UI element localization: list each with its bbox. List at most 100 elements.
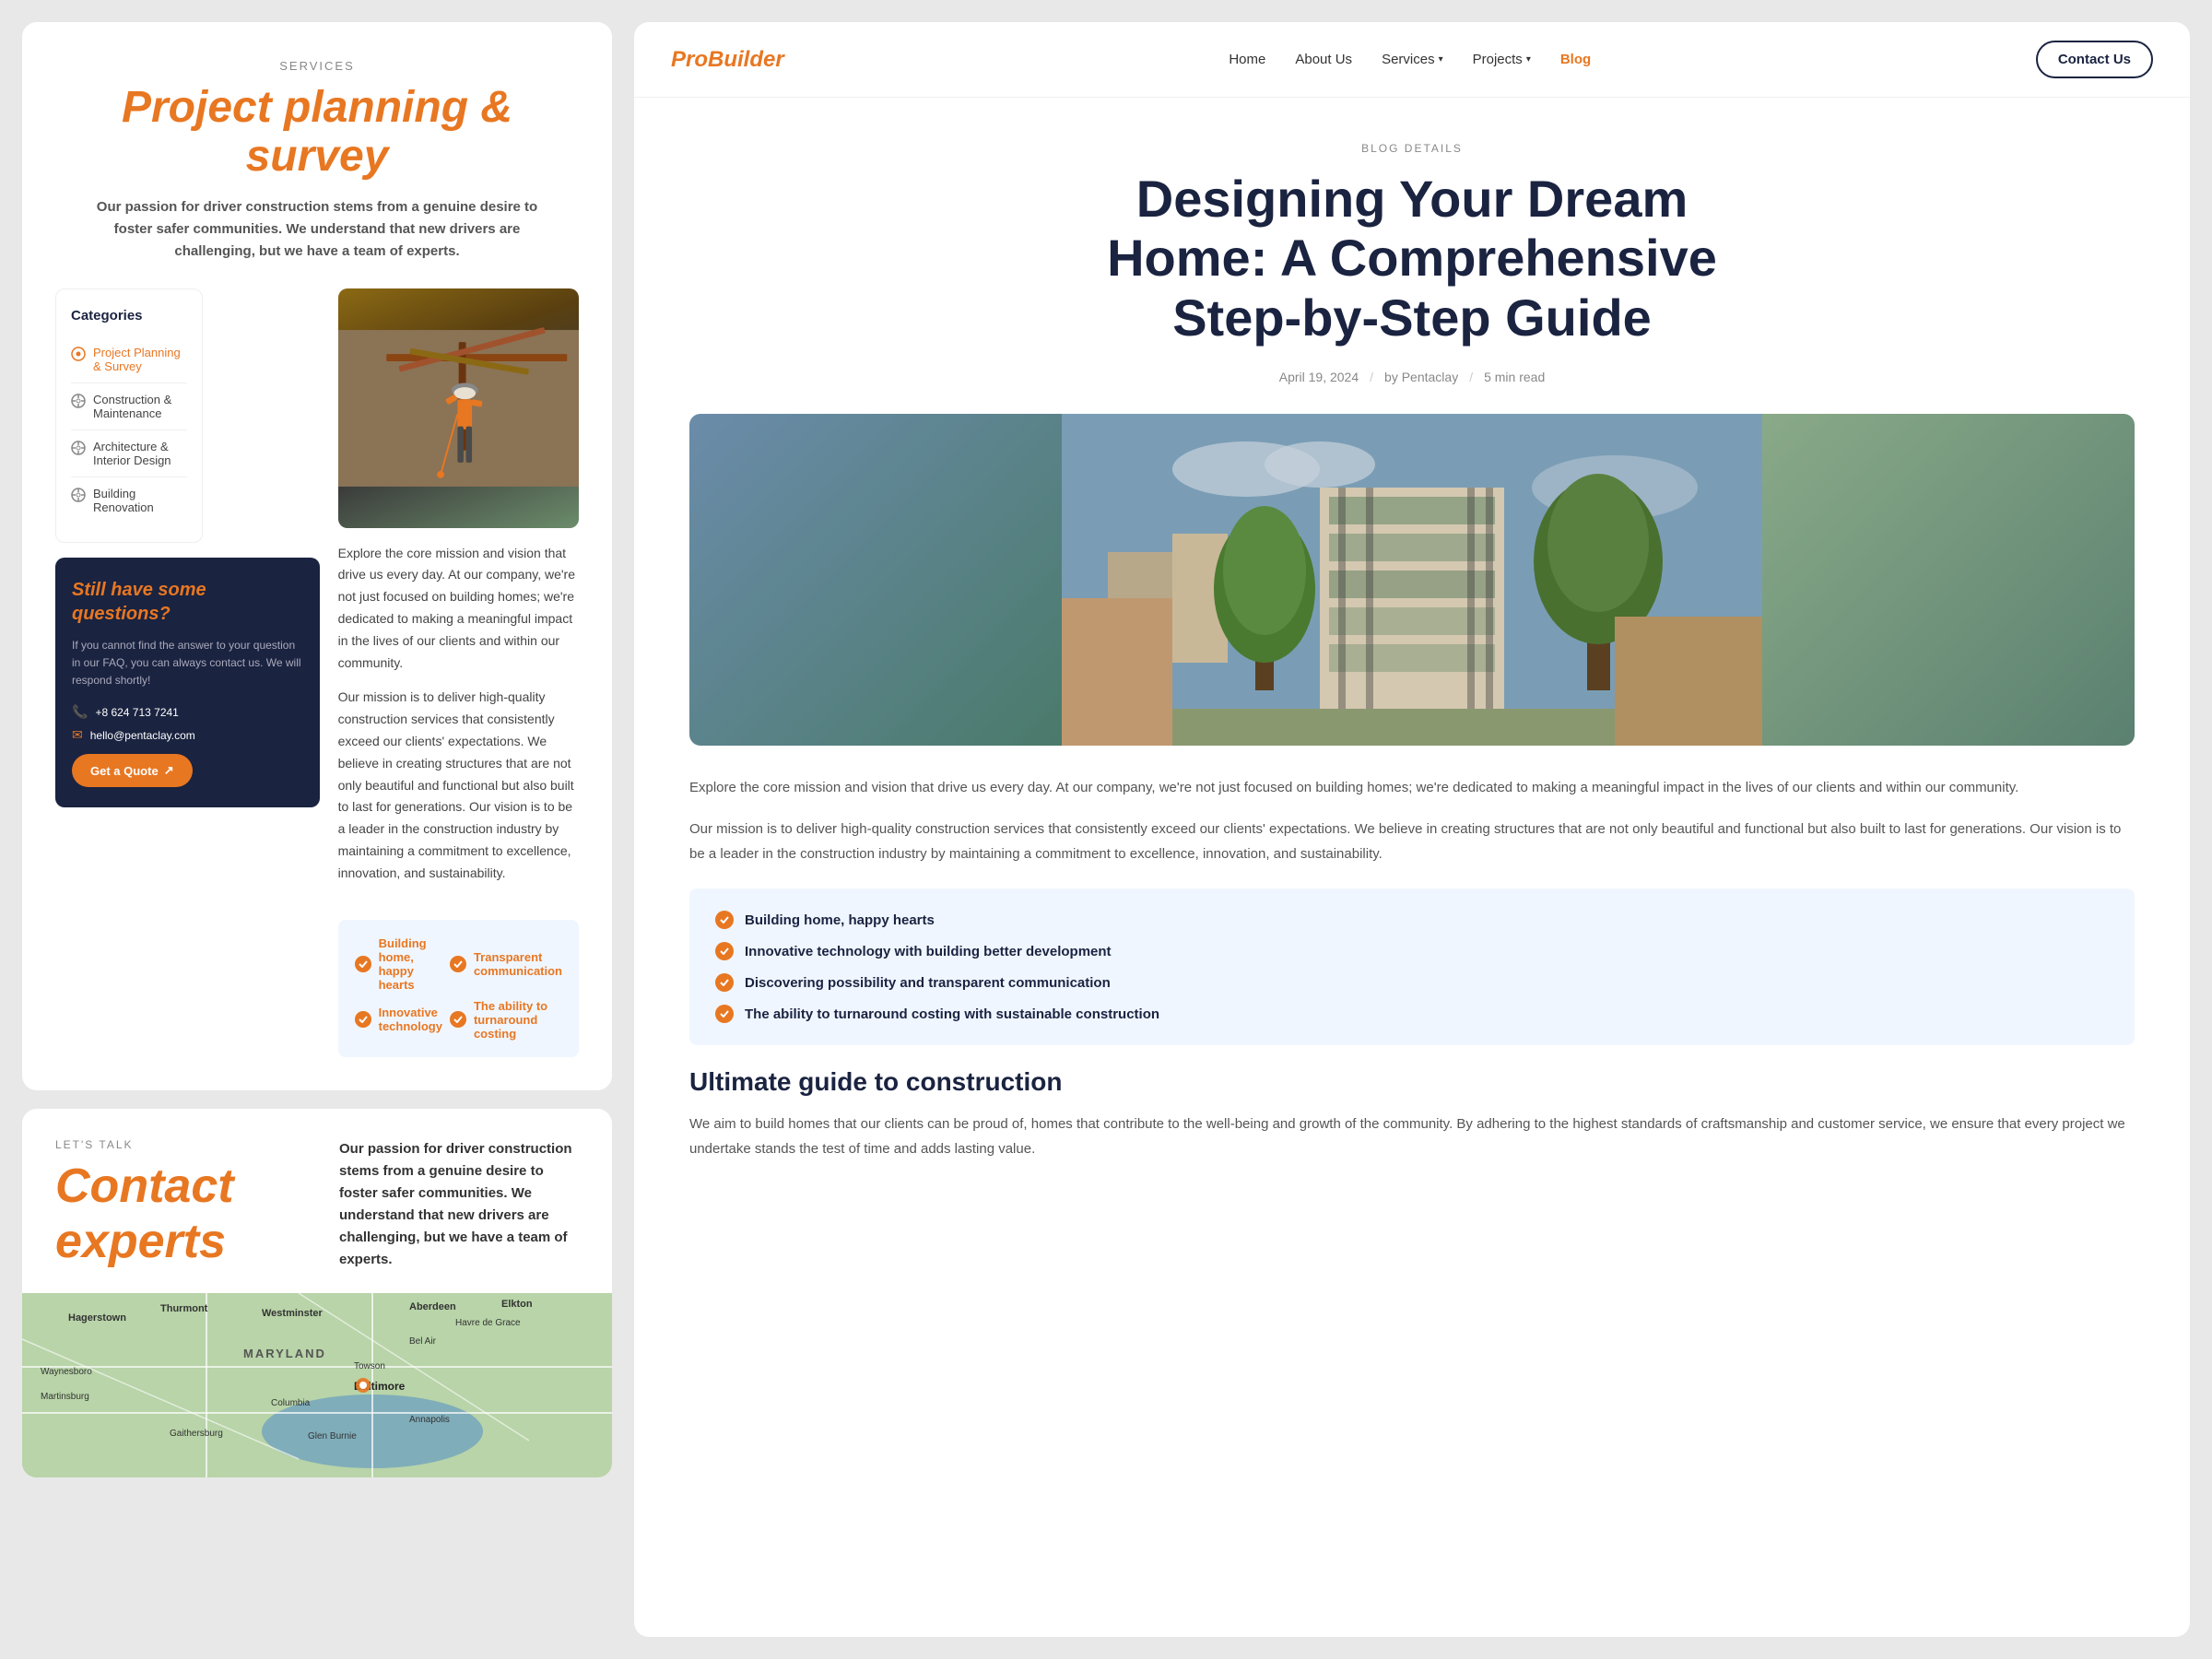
svg-text:Westminster: Westminster: [262, 1308, 324, 1319]
svg-text:Elkton: Elkton: [501, 1299, 533, 1310]
category-item-3[interactable]: Architecture & Interior Design: [71, 430, 187, 477]
contact-card-inner: LET'S TALK Contact experts Our passion f…: [22, 1109, 612, 1271]
contact-prefix: Contact: [55, 1159, 234, 1213]
svg-text:Towson: Towson: [354, 1361, 385, 1371]
categories-box: Categories Project Planning & Survey: [55, 288, 203, 543]
blog-meta: April 19, 2024 / by Pentaclay / 5 min re…: [689, 370, 2135, 384]
svg-text:Annapolis: Annapolis: [409, 1415, 450, 1425]
blog-feature-2: Innovative technology with building bett…: [715, 942, 2109, 960]
feature-item-2: Transparent communication: [450, 936, 562, 992]
construction-svg: [338, 288, 579, 528]
blog-check-2: [715, 942, 734, 960]
right-panel: ProBuilder Home About Us Services ▾ Proj…: [634, 22, 2190, 1637]
nav-projects-label: Projects: [1473, 52, 1523, 67]
blog-hero-svg: [689, 414, 2135, 746]
feature-item-1: Building home, happy hearts: [355, 936, 442, 992]
quote-btn-label: Get a Quote: [90, 764, 159, 778]
feature-item-3: Innovative technology: [355, 999, 442, 1041]
blog-text: Explore the core mission and vision that…: [689, 775, 2135, 1161]
questions-body: If you cannot find the answer to your qu…: [72, 637, 303, 690]
contact-italic: experts: [55, 1215, 226, 1268]
category-item-1[interactable]: Project Planning & Survey: [71, 336, 187, 383]
blog-check-3: [715, 973, 734, 992]
map-roads-svg: Hagerstown Thurmont Westminster Aberdeen…: [22, 1293, 612, 1477]
left-panel: SERVICES Project planning & survey Our p…: [22, 22, 612, 1637]
blog-feature-3: Discovering possibility and transparent …: [715, 973, 2109, 992]
blog-check-1: [715, 911, 734, 929]
nav-home[interactable]: Home: [1229, 52, 1265, 67]
svg-text:Columbia: Columbia: [271, 1398, 311, 1408]
blog-feature-label-3: Discovering possibility and transparent …: [745, 975, 1111, 991]
logo-italic: Pro: [671, 47, 708, 72]
services-card: SERVICES Project planning & survey Our p…: [22, 22, 612, 1090]
map-image: Hagerstown Thurmont Westminster Aberdeen…: [22, 1293, 612, 1477]
services-subtitle: Our passion for driver construction stem…: [96, 196, 538, 263]
category-label-1: Project Planning & Survey: [93, 346, 187, 373]
feature-label-1: Building home, happy hearts: [379, 936, 442, 992]
blog-section-title: Ultimate guide to construction: [689, 1067, 2135, 1097]
nav-blog[interactable]: Blog: [1560, 52, 1591, 67]
check-icon-4: [450, 1011, 466, 1028]
check-icon-2: [450, 956, 466, 972]
content-p2: Our mission is to deliver high-quality c…: [338, 687, 579, 884]
category-item-4[interactable]: Building Renovation: [71, 477, 187, 524]
contact-left: LET'S TALK Contact experts: [55, 1138, 339, 1269]
blog-title: Designing Your Dream Home: A Comprehensi…: [1089, 170, 1735, 347]
svg-text:Martinsburg: Martinsburg: [41, 1392, 89, 1402]
categories-title: Categories: [71, 308, 187, 324]
phone-number: +8 624 713 7241: [95, 706, 178, 719]
category-icon-3: [71, 441, 86, 455]
feature-label-2: Transparent communication: [474, 950, 562, 978]
nav-services[interactable]: Services ▾: [1382, 52, 1443, 67]
nav-services-label: Services: [1382, 52, 1435, 67]
quote-btn-arrow: ↗: [164, 763, 174, 778]
check-icon-1: [355, 956, 371, 972]
category-icon-2: [71, 394, 86, 408]
svg-text:MARYLAND: MARYLAND: [243, 1347, 326, 1360]
blog-checkmark-3: [720, 979, 729, 986]
logo-bold: Builder: [708, 47, 784, 72]
feature-label-4: The ability to turnaround costing: [474, 999, 562, 1041]
blog-author: by Pentaclay: [1384, 370, 1458, 384]
services-chevron-icon: ▾: [1439, 54, 1443, 65]
meta-divider-1: /: [1370, 370, 1373, 384]
contact-header: LET'S TALK Contact experts Our passion f…: [55, 1138, 579, 1271]
svg-text:Havre de Grace: Havre de Grace: [455, 1318, 521, 1328]
services-title-italic: planning: [284, 83, 468, 132]
category-label-4: Building Renovation: [93, 487, 187, 514]
svg-text:Gaithersburg: Gaithersburg: [170, 1429, 223, 1439]
phone-icon: 📞: [72, 704, 88, 720]
blog-check-4: [715, 1005, 734, 1023]
get-quote-button[interactable]: Get a Quote ↗: [72, 754, 193, 787]
blog-feature-label-2: Innovative technology with building bett…: [745, 944, 1112, 959]
checkmark-4: [453, 1016, 463, 1023]
left-sidebar-col: Categories Project Planning & Survey: [55, 288, 320, 1057]
blog-checkmark-1: [720, 916, 729, 924]
construction-image: [338, 288, 579, 528]
contact-title: Contact experts: [55, 1159, 339, 1269]
svg-text:Thurmont: Thurmont: [160, 1303, 208, 1314]
blog-feature-1: Building home, happy hearts: [715, 911, 2109, 929]
check-icon-3: [355, 1011, 371, 1028]
category-label-3: Architecture & Interior Design: [93, 440, 187, 467]
lets-talk-label: LET'S TALK: [55, 1138, 339, 1151]
main-service-content: Explore the core mission and vision that…: [338, 288, 579, 1057]
nav-projects[interactable]: Projects ▾: [1473, 52, 1531, 67]
email-item: ✉ hello@pentaclay.com: [72, 727, 303, 743]
nav-about[interactable]: About Us: [1295, 52, 1352, 67]
features-grid: Building home, happy hearts Transparent …: [338, 920, 579, 1057]
blog-p1: Explore the core mission and vision that…: [689, 775, 2135, 800]
email-icon: ✉: [72, 727, 83, 743]
navbar: ProBuilder Home About Us Services ▾ Proj…: [634, 22, 2190, 98]
contact-us-button[interactable]: Contact Us: [2036, 41, 2153, 78]
projects-chevron-icon: ▾: [1526, 54, 1531, 65]
category-label-2: Construction & Maintenance: [93, 393, 187, 420]
category-item-2[interactable]: Construction & Maintenance: [71, 383, 187, 430]
svg-text:Aberdeen: Aberdeen: [409, 1301, 456, 1312]
contact-card: LET'S TALK Contact experts Our passion f…: [22, 1109, 612, 1477]
nav-links: Home About Us Services ▾ Projects ▾ Blog: [821, 52, 1999, 67]
contact-description: Our passion for driver construction stem…: [339, 1138, 579, 1271]
questions-italic: questions?: [72, 604, 171, 624]
blog-details-label: BLOG DETAILS: [689, 142, 2135, 155]
svg-text:Waynesboro: Waynesboro: [41, 1367, 92, 1377]
